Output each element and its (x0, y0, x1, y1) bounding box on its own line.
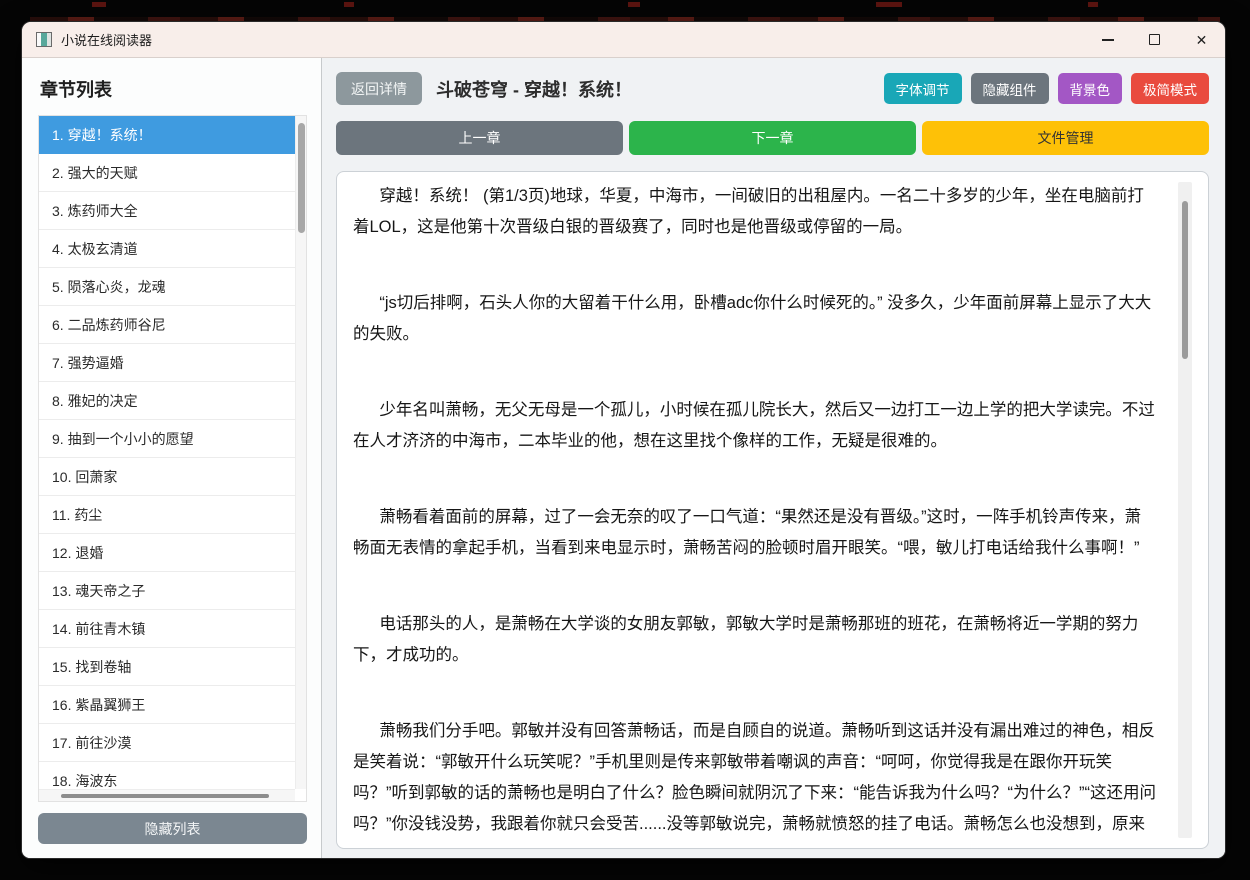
reading-panel-scrollbar[interactable] (1178, 182, 1192, 838)
novel-paragraph: 萧畅看着面前的屏幕，过了一会无奈的叹了一口气道：“果然还是没有晋级。”这时，一阵… (353, 508, 1142, 557)
book-chapter-title: 斗破苍穹 - 穿越！系统！ (436, 79, 632, 100)
background-artifact (628, 2, 640, 7)
background-artifact (876, 2, 902, 7)
chapter-list-item[interactable]: 5. 陨落心炎，龙魂 (39, 268, 295, 306)
close-button[interactable]: ✕ (1178, 22, 1225, 57)
maximize-button[interactable] (1131, 22, 1178, 57)
reader-main: 返回详情 斗破苍穹 - 穿越！系统！ 字体调节 隐藏组件 背景色 极简模式 上一… (322, 58, 1225, 858)
font-adjust-button[interactable]: 字体调节 (883, 73, 962, 104)
chapter-list: 1. 穿越！系统！ 2. 强大的天赋 3. 炼药师大全 4. 太极玄清道 5. … (39, 116, 295, 789)
chapter-list-item[interactable]: 16. 紫晶翼狮王 (39, 686, 295, 724)
chapter-list-item[interactable]: 4. 太极玄清道 (39, 230, 295, 268)
chapter-list-box: 1. 穿越！系统！ 2. 强大的天赋 3. 炼药师大全 4. 太极玄清道 5. … (38, 115, 307, 802)
novel-text: 穿越！系统！ (第1/3页)地球，华夏，中海市，一间破旧的出租屋内。一名二十多岁… (353, 181, 1156, 839)
window-body: 章节列表 1. 穿越！系统！ 2. 强大的天赋 3. 炼药师大全 4. 太极玄清… (22, 58, 1225, 858)
chapter-list-item[interactable]: 2. 强大的天赋 (39, 154, 295, 192)
novel-paragraph: 穿越！系统！ (第1/3页)地球，华夏，中海市，一间破旧的出租屋内。一名二十多岁… (353, 187, 1144, 236)
chapter-list-item[interactable]: 1. 穿越！系统！ (39, 116, 295, 154)
chapter-list-item[interactable]: 6. 二品炼药师谷尼 (39, 306, 295, 344)
minimal-mode-button[interactable]: 极简模式 (1131, 73, 1209, 104)
reader-toolbar: 字体调节 隐藏组件 背景色 极简模式 (883, 73, 1209, 104)
hide-widgets-button[interactable]: 隐藏组件 (970, 73, 1049, 104)
chapter-list-item[interactable]: 15. 找到卷轴 (39, 648, 295, 686)
titlebar: 小说在线阅读器 ✕ (22, 22, 1225, 58)
hide-list-button[interactable]: 隐藏列表 (38, 813, 307, 844)
app-icon (36, 32, 52, 47)
chapter-list-item[interactable]: 7. 强势逼婚 (39, 344, 295, 382)
chapter-list-item[interactable]: 12. 退婚 (39, 534, 295, 572)
prev-chapter-button[interactable]: 上一章 (336, 121, 623, 155)
chapter-list-vertical-scrollbar[interactable] (295, 116, 306, 789)
close-icon: ✕ (1195, 31, 1208, 48)
horizontal-scrollbar-thumb[interactable] (61, 794, 269, 798)
vertical-scrollbar-thumb[interactable] (298, 123, 305, 233)
chapter-list-item[interactable]: 8. 雅妃的决定 (39, 382, 295, 420)
minimize-button[interactable] (1084, 22, 1131, 57)
reading-panel: 穿越！系统！ (第1/3页)地球，华夏，中海市，一间破旧的出租屋内。一名二十多岁… (336, 171, 1209, 849)
chapter-sidebar: 章节列表 1. 穿越！系统！ 2. 强大的天赋 3. 炼药师大全 4. 太极玄清… (22, 58, 322, 858)
chapter-list-item[interactable]: 9. 抽到一个小小的愿望 (39, 420, 295, 458)
background-artifact (92, 2, 106, 7)
chapter-list-item[interactable]: 17. 前往沙漠 (39, 724, 295, 762)
background-artifact (1088, 2, 1098, 7)
chapter-list-item[interactable]: 14. 前往青木镇 (39, 610, 295, 648)
chapter-list-item[interactable]: 13. 魂天帝之子 (39, 572, 295, 610)
chapter-list-item[interactable]: 10. 回萧家 (39, 458, 295, 496)
sidebar-title: 章节列表 (40, 80, 112, 100)
novel-paragraph: 萧畅我们分手吧。郭敏并没有回答萧畅话，而是自顾自的说道。萧畅听到这话并没有漏出难… (353, 722, 1156, 833)
background-artifact (344, 2, 354, 7)
maximize-icon (1149, 34, 1160, 45)
chapter-list-item[interactable]: 3. 炼药师大全 (39, 192, 295, 230)
chapter-nav: 上一章 下一章 文件管理 (336, 121, 1209, 155)
chapter-list-item[interactable]: 11. 药尘 (39, 496, 295, 534)
novel-paragraph: “js切后排啊，石头人你的大留着干什么用，卧槽adc你什么时候死的。” 没多久，… (353, 294, 1152, 343)
next-chapter-button[interactable]: 下一章 (629, 121, 916, 155)
back-to-details-button[interactable]: 返回详情 (336, 72, 422, 105)
file-manager-button[interactable]: 文件管理 (922, 121, 1209, 155)
reader-header: 返回详情 斗破苍穹 - 穿越！系统！ 字体调节 隐藏组件 背景色 极简模式 (336, 72, 1209, 105)
minimize-icon (1101, 38, 1114, 41)
novel-paragraph: 电话那头的人，是萧畅在大学谈的女朋友郭敏，郭敏大学时是萧畅那班的班花，在萧畅将近… (353, 615, 1139, 664)
novel-paragraph: 少年名叫萧畅，无父无母是一个孤儿，小时候在孤儿院长大，然后又一边打工一边上学的把… (353, 401, 1155, 450)
chapter-list-item[interactable]: 18. 海波东 (39, 762, 295, 789)
window-controls: ✕ (1084, 22, 1225, 57)
background-color-button[interactable]: 背景色 (1057, 73, 1122, 104)
window-title: 小说在线阅读器 (61, 33, 153, 48)
chapter-list-horizontal-scrollbar[interactable] (39, 789, 295, 801)
reading-scrollbar-thumb[interactable] (1182, 201, 1188, 359)
app-window: 小说在线阅读器 ✕ 章节列表 1. 穿越！系统！ 2. 强大的天赋 3. 炼药师… (22, 22, 1225, 858)
